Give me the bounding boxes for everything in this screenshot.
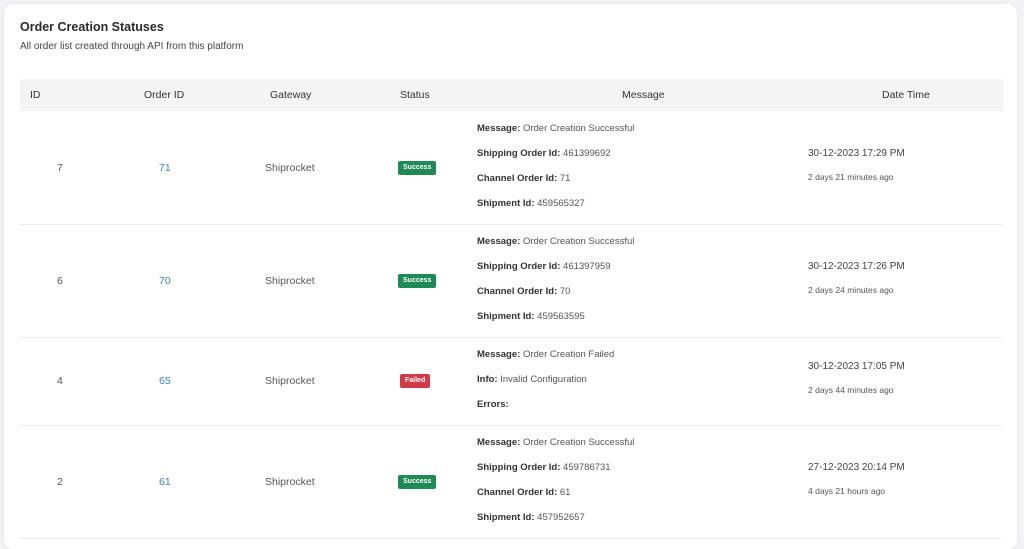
message-line-value: Order Creation Successful: [522, 123, 635, 134]
order-id-link[interactable]: 61: [159, 476, 171, 488]
table-row: 4 65 Shiprocket Failed Message: Order Creati…: [20, 337, 1003, 426]
message-line: Shipping Order Id: 459786731: [477, 462, 611, 473]
message-line-value: 71: [559, 173, 571, 184]
message-line-label: Info:: [477, 374, 498, 385]
header-status: Status: [400, 89, 430, 101]
message-line-value: 461399692: [563, 148, 611, 159]
date-time: 30-12-2023 17:29 PM: [808, 147, 905, 159]
message-line: Shipment Id: 457952657: [477, 512, 585, 523]
message-line-value: 61: [559, 487, 571, 498]
message-line-label: Shipment Id:: [477, 198, 535, 209]
message-line: Channel Order Id: 70: [477, 286, 570, 297]
status-badge: Success: [398, 273, 437, 288]
header-message: Message: [622, 89, 665, 101]
table-row: 7 71 Shiprocket Success Message: Order Creat…: [20, 111, 1003, 225]
message-line: Message: Order Creation Failed: [477, 349, 614, 360]
message-line: Channel Order Id: 71: [477, 173, 570, 184]
message-line-label: Message:: [477, 437, 521, 448]
message-line-label: Channel Order Id:: [477, 487, 558, 498]
status-badge: Success: [398, 474, 437, 489]
message-line-label: Shipping Order Id:: [477, 261, 561, 272]
message-line-value: 461397959: [563, 261, 611, 272]
relative-time: 4 days 21 hours ago: [808, 485, 886, 496]
date-time: 27-12-2023 20:14 PM: [808, 461, 905, 473]
page-subtitle: All order list created through API from …: [20, 41, 244, 52]
message-line-label: Shipment Id:: [477, 311, 535, 322]
order-id-link[interactable]: 65: [159, 375, 171, 387]
header-gateway: Gateway: [270, 89, 312, 101]
page-title: Order Creation Statuses: [20, 20, 164, 34]
table-header: ID Order ID Gateway Status Message Date …: [20, 79, 1003, 111]
message-line: Channel Order Id: 61: [477, 487, 570, 498]
relative-time: 2 days 24 minutes ago: [808, 284, 894, 295]
table-row: 2 61 Shiprocket Success Message: Order Creat…: [20, 425, 1003, 539]
message-line-label: Channel Order Id:: [477, 173, 558, 184]
date-time: 30-12-2023 17:05 PM: [808, 361, 905, 372]
message-line: Shipping Order Id: 461397959: [477, 261, 611, 272]
message-line-label: Shipping Order Id:: [477, 148, 561, 159]
message-line: Info: Invalid Configuration: [477, 374, 587, 385]
message-line-label: Shipment Id:: [477, 512, 535, 523]
message-line-value: 459563595: [537, 311, 585, 322]
message-line-label: Message:: [477, 236, 521, 247]
message-line-value: Order Creation Failed: [522, 349, 615, 360]
message-line-value: 457952657: [537, 512, 585, 523]
message-line-label: Message:: [477, 123, 521, 134]
status-badge: Success: [398, 160, 437, 175]
cell-gateway: Shiprocket: [265, 475, 315, 488]
message-line-value: 459786731: [563, 462, 611, 473]
message-line: Message: Order Creation Successful: [477, 123, 634, 134]
message-line: Shipment Id: 459563595: [477, 311, 585, 322]
message-line-value: Order Creation Successful: [522, 236, 635, 247]
message-line: Shipment Id: 459565327: [477, 198, 585, 209]
cell-gateway: Shiprocket: [265, 274, 315, 287]
order-id-link[interactable]: 71: [159, 162, 171, 174]
message-line-value: Invalid Configuration: [500, 374, 587, 385]
message-line-label: Message:: [477, 349, 521, 360]
message-line: Message: Order Creation Successful: [477, 437, 634, 448]
cell-id: 2: [57, 475, 63, 488]
date-time: 30-12-2023 17:26 PM: [808, 260, 905, 272]
relative-time: 2 days 21 minutes ago: [808, 171, 894, 182]
cell-gateway: Shiprocket: [265, 375, 315, 387]
message-line-label: Errors:: [477, 399, 509, 410]
message-line-value: Order Creation Successful: [522, 437, 635, 448]
order-status-card: Order Creation Statuses All order list c…: [4, 4, 1017, 549]
header-id: ID: [30, 89, 41, 101]
message-line-label: Channel Order Id:: [477, 286, 558, 297]
header-order-id: Order ID: [144, 89, 185, 101]
message-line: Message: Order Creation Successful: [477, 236, 634, 247]
header-date-time: Date Time: [882, 89, 930, 101]
cell-id: 4: [57, 375, 63, 387]
message-line: Errors:: [477, 399, 509, 410]
status-badge: Failed: [400, 374, 431, 388]
message-line-value: 70: [559, 286, 571, 297]
table-row: 6 70 Shiprocket Success Message: Order Creat…: [20, 224, 1003, 338]
order-id-link[interactable]: 70: [159, 275, 171, 287]
message-line-value: 459565327: [537, 198, 585, 209]
cell-id: 7: [57, 161, 63, 174]
cell-gateway: Shiprocket: [265, 161, 315, 174]
relative-time: 2 days 44 minutes ago: [808, 385, 894, 395]
cell-id: 6: [57, 274, 63, 287]
message-line-label: Shipping Order Id:: [477, 462, 561, 473]
message-line: Shipping Order Id: 461399692: [477, 148, 611, 159]
